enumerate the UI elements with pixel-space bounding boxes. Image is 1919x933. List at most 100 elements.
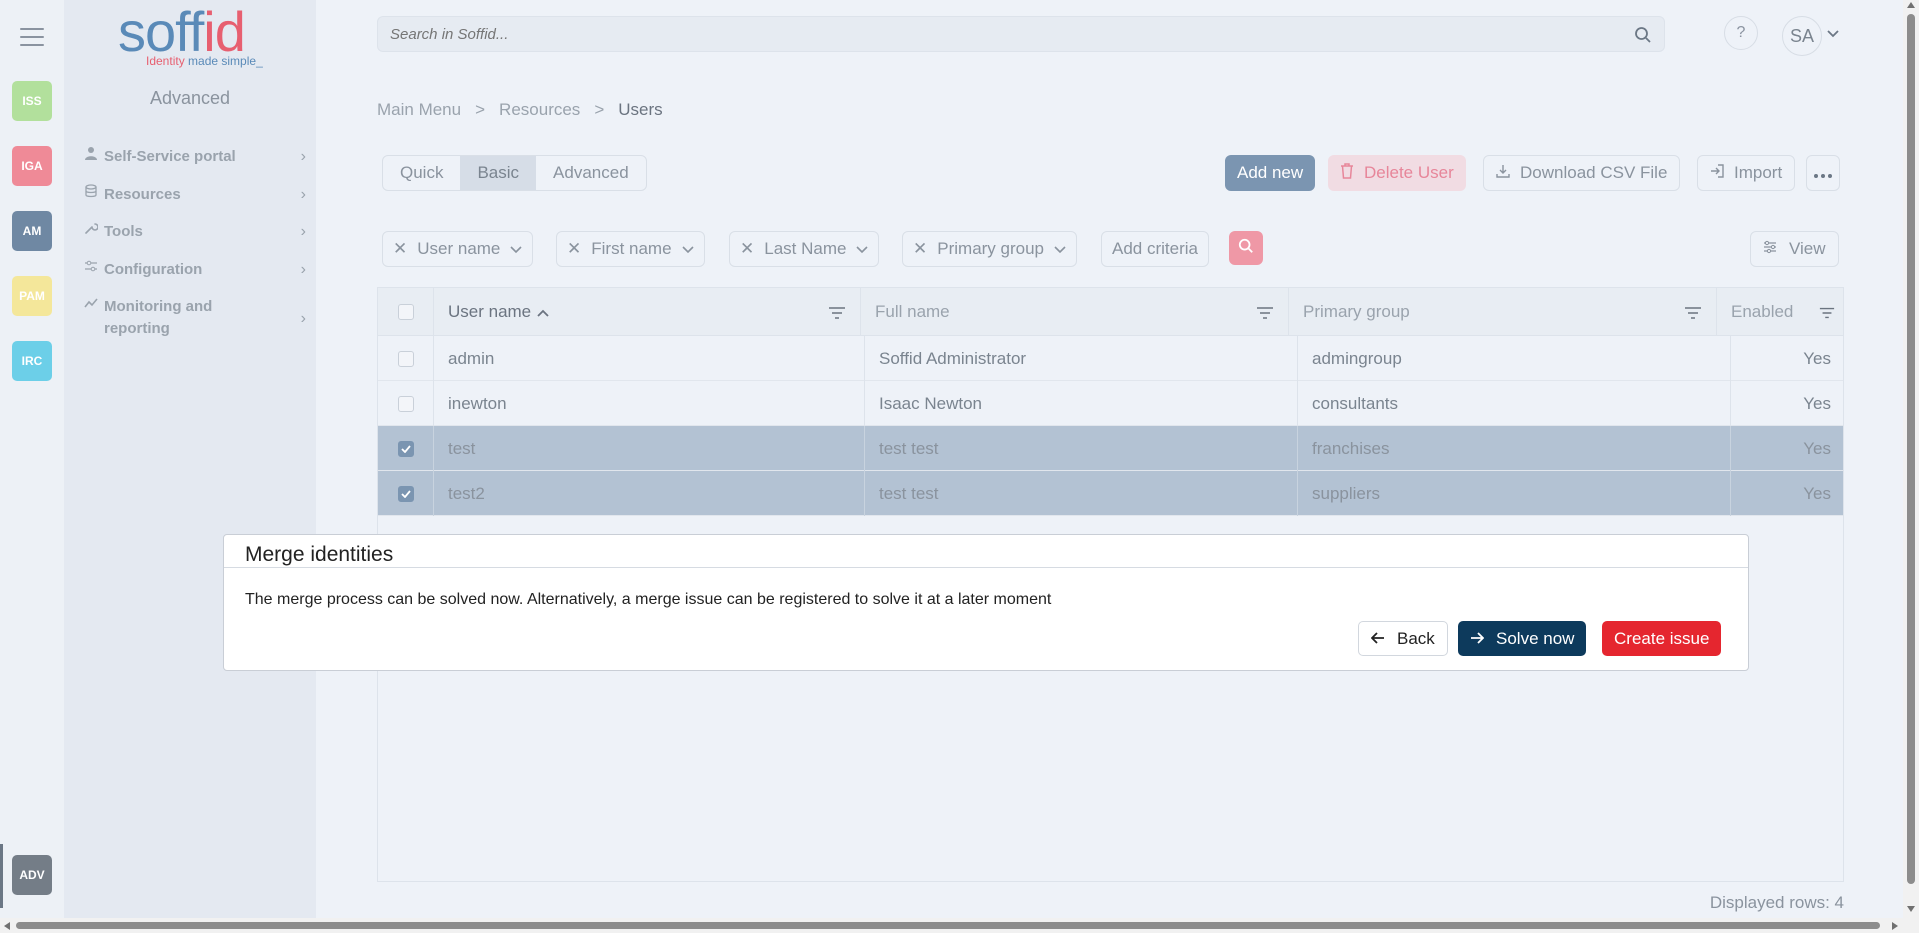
tab-basic[interactable]: Basic	[460, 156, 537, 190]
chevron-right-icon: ›	[300, 310, 306, 327]
sidebar-item-resources[interactable]: Resources ›	[82, 184, 306, 206]
cell-user-name: admin	[434, 336, 865, 381]
filter-chip-primary-group[interactable]: ✕ Primary group	[902, 231, 1078, 267]
table-row[interactable]: inewton Isaac Newton consultants Yes	[378, 381, 1843, 426]
help-button[interactable]: ?	[1724, 16, 1758, 50]
close-icon[interactable]: ✕	[740, 239, 754, 259]
logo-tag: made simple_	[184, 54, 263, 68]
cell-full-name: test test	[865, 426, 1298, 471]
table-row[interactable]: test test test franchises Yes	[378, 426, 1843, 471]
tab-advanced[interactable]: Advanced	[536, 156, 646, 190]
add-new-button[interactable]: Add new	[1225, 155, 1316, 191]
chevron-down-icon	[681, 239, 694, 259]
select-all-checkbox[interactable]	[398, 304, 414, 320]
horizontal-scrollbar[interactable]	[0, 918, 1919, 933]
row-select-cell	[378, 336, 434, 381]
rail-app-irc[interactable]: IRC	[12, 341, 52, 381]
sidebar-item-tools[interactable]: Tools ›	[82, 221, 306, 243]
rail-app-iga[interactable]: IGA	[12, 146, 52, 186]
cell-primary-group: suppliers	[1298, 471, 1731, 516]
user-icon	[82, 146, 100, 160]
back-label: Back	[1397, 628, 1435, 648]
search-icon	[1238, 238, 1254, 259]
displayed-rows-count: Displayed rows: 4	[1709, 893, 1844, 912]
create-issue-button[interactable]: Create issue	[1602, 621, 1722, 656]
filter-chip-last-name[interactable]: ✕ Last Name	[729, 231, 880, 267]
rail-app-adv[interactable]: ADV	[12, 855, 52, 895]
arrow-left-icon	[1370, 629, 1385, 649]
global-search	[377, 16, 1665, 52]
user-avatar[interactable]: SA	[1782, 16, 1822, 56]
import-button[interactable]: Import	[1697, 155, 1796, 191]
vertical-scrollbar[interactable]	[1903, 0, 1919, 918]
close-icon[interactable]: ✕	[913, 239, 927, 259]
table-row[interactable]: test2 test test suppliers Yes	[378, 471, 1843, 516]
row-select-cell	[378, 381, 434, 426]
scroll-right-arrow-icon[interactable]	[1892, 922, 1898, 930]
table-row[interactable]: admin Soffid Administrator admingroup Ye…	[378, 336, 1843, 381]
cell-enabled: Yes	[1803, 483, 1831, 503]
filter-chip-user-name[interactable]: ✕ User name	[382, 231, 534, 267]
sidebar-item-configuration[interactable]: Configuration ›	[82, 259, 306, 281]
chart-line-icon	[82, 296, 100, 310]
delete-user-label: Delete User	[1364, 163, 1454, 182]
back-button[interactable]: Back	[1358, 621, 1448, 656]
row-checkbox[interactable]	[398, 350, 414, 367]
row-checkbox-checked[interactable]	[398, 485, 414, 502]
add-criteria-button[interactable]: Add criteria	[1101, 231, 1209, 267]
close-icon[interactable]: ✕	[567, 239, 581, 259]
sidebar-item-self-service[interactable]: Self-Service portal ›	[82, 146, 306, 168]
column-header-primary-group[interactable]: Primary group	[1289, 288, 1717, 336]
soffid-logo: soffid Identity made simple_	[118, 4, 268, 70]
download-icon	[1496, 163, 1510, 183]
close-icon[interactable]: ✕	[393, 239, 407, 259]
filter-chip-label: Last Name	[764, 239, 847, 258]
column-header-full-name[interactable]: Full name	[861, 288, 1289, 336]
more-actions-button[interactable]	[1806, 155, 1840, 191]
cell-enabled: Yes	[1803, 438, 1831, 458]
chevron-down-icon[interactable]	[1826, 26, 1840, 44]
breadcrumb-main-menu[interactable]: Main Menu	[377, 100, 461, 120]
column-header-enabled[interactable]: Enabled	[1717, 288, 1845, 336]
filter-icon[interactable]	[1684, 304, 1702, 324]
rail-app-am[interactable]: AM	[12, 211, 52, 251]
vertical-scroll-thumb[interactable]	[1907, 14, 1915, 884]
chevron-right-icon: ›	[300, 261, 306, 278]
rail-app-iss[interactable]: ISS	[12, 81, 52, 121]
filter-chip-label: Primary group	[937, 239, 1045, 258]
row-checkbox-checked[interactable]	[398, 440, 414, 457]
scroll-left-arrow-icon[interactable]	[4, 922, 10, 930]
tab-quick[interactable]: Quick	[383, 156, 460, 190]
breadcrumb-resources[interactable]: Resources	[499, 100, 580, 120]
logo-tag-accent: Identity	[146, 54, 185, 68]
sliders-icon	[1763, 239, 1777, 259]
scroll-up-arrow-icon[interactable]	[1907, 2, 1915, 8]
view-button[interactable]: View	[1750, 231, 1839, 267]
search-icon[interactable]	[1634, 26, 1652, 49]
cell-user-name: inewton	[434, 381, 865, 426]
rail-app-pam[interactable]: PAM	[12, 276, 52, 316]
horizontal-scroll-thumb[interactable]	[16, 922, 1880, 929]
run-search-button[interactable]	[1229, 231, 1263, 265]
cell-primary-group: franchises	[1298, 426, 1731, 471]
chevron-down-icon	[1054, 239, 1066, 259]
sidebar-item-monitoring[interactable]: Monitoring and reporting ›	[82, 296, 306, 340]
ellipsis-icon	[1814, 163, 1832, 183]
search-input[interactable]	[378, 17, 1664, 51]
row-checkbox[interactable]	[398, 395, 414, 412]
delete-user-button[interactable]: Delete User	[1328, 155, 1466, 191]
filter-chip-first-name[interactable]: ✕ First name	[556, 231, 705, 267]
column-header-label: User name	[448, 302, 532, 321]
solve-now-button[interactable]: Solve now	[1458, 621, 1587, 656]
column-header-user-name[interactable]: User name	[434, 288, 861, 336]
wrench-icon	[82, 221, 100, 235]
filter-icon[interactable]	[1819, 304, 1835, 324]
row-select-cell	[378, 471, 434, 516]
column-header-label: Enabled	[1731, 302, 1794, 321]
filter-icon[interactable]	[1256, 304, 1274, 324]
add-criteria-label: Add criteria	[1112, 239, 1198, 258]
filter-icon[interactable]	[828, 304, 846, 324]
download-csv-button[interactable]: Download CSV File	[1483, 155, 1681, 191]
scroll-down-arrow-icon[interactable]	[1907, 906, 1915, 912]
hamburger-menu-icon[interactable]	[20, 28, 44, 46]
